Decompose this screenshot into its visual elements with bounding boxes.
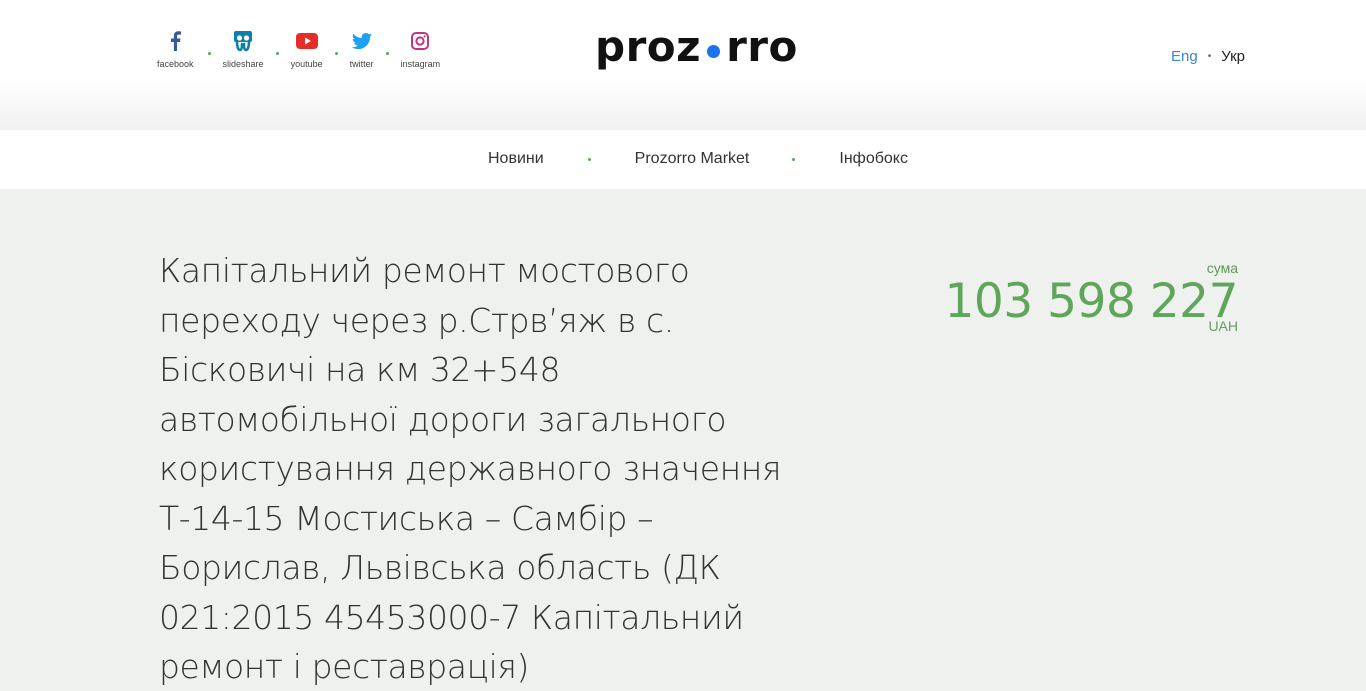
slideshare-label: slideshare <box>222 59 264 69</box>
twitter-icon <box>351 30 373 52</box>
lang-ukr-link[interactable]: Укр <box>1221 48 1245 65</box>
nav-item-news[interactable]: Новини <box>488 150 544 168</box>
youtube-icon <box>295 30 318 52</box>
twitter-link[interactable]: twitter <box>350 30 374 69</box>
tender-title: Капітальний ремонт мостового переходу че… <box>159 251 782 686</box>
slideshare-icon <box>232 30 254 52</box>
instagram-icon <box>409 30 431 52</box>
logo-text-right: rro <box>726 22 798 71</box>
youtube-label: youtube <box>290 59 323 69</box>
separator-dot <box>207 52 211 55</box>
lang-separator: • <box>1207 51 1212 62</box>
twitter-label: twitter <box>349 59 374 69</box>
facebook-label: facebook <box>157 59 194 69</box>
nav-item-prozorro-market[interactable]: Prozorro Market <box>635 150 750 168</box>
social-links: facebook slideshare youtube twitter inst… <box>157 30 440 69</box>
header: facebook slideshare youtube twitter inst… <box>0 0 1366 130</box>
slideshare-link[interactable]: slideshare <box>223 30 264 69</box>
logo-text-left: proz <box>595 22 702 71</box>
facebook-link[interactable]: facebook <box>157 30 194 69</box>
instagram-label: instagram <box>400 59 441 69</box>
facebook-icon <box>164 30 186 52</box>
separator-dot <box>275 52 279 55</box>
youtube-link[interactable]: youtube <box>291 30 323 69</box>
main-nav: Новини Prozorro Market Інфобокс <box>0 130 1366 189</box>
lang-eng-link[interactable]: Eng <box>1171 48 1198 65</box>
prozorro-logo[interactable]: proz rro <box>595 22 798 71</box>
separator-dot <box>385 52 389 55</box>
logo-dot <box>707 45 721 58</box>
nav-separator-dot <box>792 157 796 161</box>
nav-item-infobox[interactable]: Інфобокс <box>839 150 908 168</box>
nav-separator-dot <box>587 157 591 161</box>
separator-dot <box>334 52 338 55</box>
instagram-link[interactable]: instagram <box>400 30 441 69</box>
amount-value: 103 598 227 <box>944 274 1238 329</box>
amount-block: сума 103 598 227 UAH <box>944 260 1238 334</box>
language-switcher: Eng • Укр <box>1171 48 1245 65</box>
